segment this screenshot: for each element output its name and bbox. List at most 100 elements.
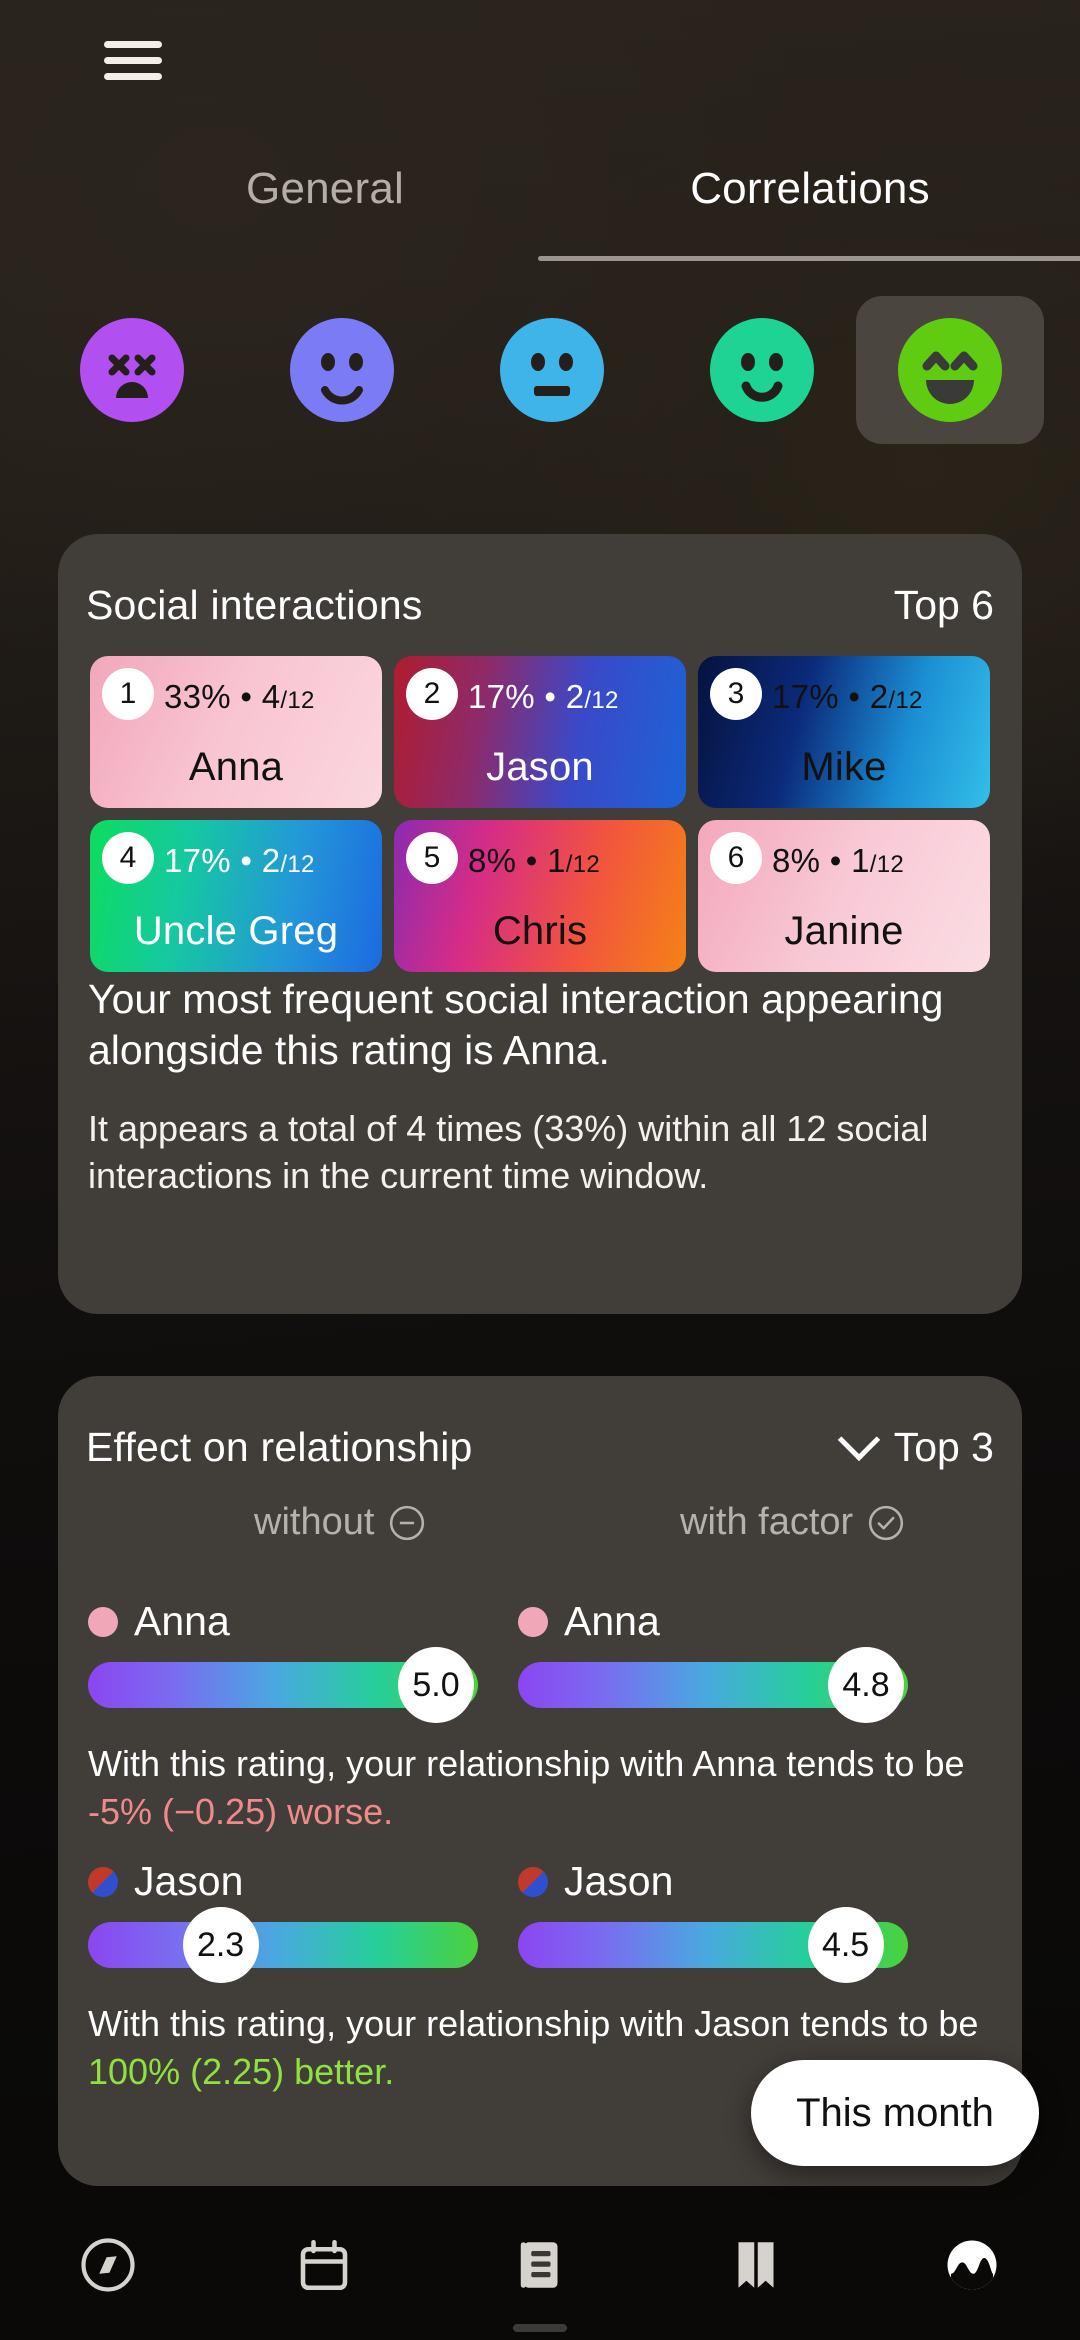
interaction-tile[interactable]: 6 8% • 1/12 Janine [698,820,990,972]
social-lead-text: Your most frequent social interaction ap… [88,976,944,1073]
person-name: Anna [564,1598,660,1644]
summary-delta: 100% (2.25) better. [88,2050,395,2092]
calendar-icon [300,2239,348,2291]
score-value-bubble[interactable]: 4.5 [807,1907,884,1983]
menu-bar-3 [104,72,162,80]
compass-icon [81,2238,135,2292]
tab-active-underline [538,256,1080,261]
person-color-dot [518,1606,548,1637]
person-color-dot [518,1866,548,1897]
bottom-navigation-bar [0,2200,1080,2340]
chevron-down-icon[interactable] [837,1418,880,1462]
tile-person-name: Mike [801,745,887,789]
column-label-without: without [254,1501,375,1543]
social-card-top-label: Top 6 [893,581,994,628]
interaction-tile-grid: 1 33% • 4/12 Anna 2 17% • 2/12 Jason 3 17% • 2/… [90,656,990,972]
interaction-tile[interactable]: 4 17% • 2/12 Uncle Greg [90,820,382,972]
tile-rank-badge: 6 [710,832,762,884]
dizzy-face-icon [80,318,184,422]
hamburger-menu-icon[interactable] [104,32,168,88]
mood-neutral[interactable] [458,296,646,444]
mood-terrible[interactable] [38,296,226,444]
tile-person-name: Jason [486,745,594,789]
social-interactions-card: Social interactions Top 6 1 33% • 4/12 Ann… [58,534,1022,1314]
nav-stats[interactable] [864,2220,1080,2310]
sad-face-icon [290,318,394,422]
summary-prefix: With this rating, your relationship with… [88,1743,965,1784]
nav-explore[interactable] [0,2220,216,2310]
menu-bar-2 [104,56,162,64]
nav-calendar[interactable] [216,2220,432,2310]
relationship-score-slider[interactable]: 4.8 [518,1647,908,1723]
tab-correlations[interactable]: Correlations [540,150,1080,228]
social-card-header: Social interactions Top 6 [86,576,994,634]
mood-great[interactable] [856,296,1044,444]
summary-delta: -5% (−0.25) worse. [88,1790,394,1832]
mood-good[interactable] [668,296,856,444]
social-card-top-label-group[interactable]: Top 6 [894,582,994,629]
nav-library[interactable] [648,2220,864,2310]
score-value-bubble[interactable]: 2.3 [182,1907,259,1983]
tile-rank-badge: 5 [406,832,458,884]
tile-stat: 33% • 4/12 [164,678,315,715]
minus-circle-icon [390,1505,425,1540]
effect-card-top-label-group[interactable]: Top 3 [837,1418,994,1471]
score-value-bubble[interactable]: 4.8 [828,1647,904,1723]
app-root: General Correlations Social interactions… [0,0,1080,2340]
relationship-person-label: Anna [88,1598,230,1645]
relationship-person-label: Jason [518,1858,673,1905]
relationship-score-slider[interactable]: 5.0 [88,1647,478,1723]
document-icon [520,2242,558,2288]
social-sub-text: It appears a total of 4 times (33%) with… [88,1108,929,1196]
grin-face-icon [898,318,1002,422]
person-color-dot [88,1606,118,1637]
person-name: Jason [134,1858,244,1904]
person-color-dot [88,1866,118,1897]
check-circle-icon [869,1505,904,1540]
comparison-column-headers: without with factor [58,1501,1022,1557]
tile-person-name: Janine [784,909,904,953]
social-card-title: Social interactions [86,581,423,628]
column-header-without: without [254,1501,426,1544]
tile-stat: 17% • 2/12 [772,678,923,715]
tile-stat: 17% • 2/12 [164,842,315,879]
tile-person-name: Uncle Greg [133,909,339,953]
interaction-tile[interactable]: 2 17% • 2/12 Jason [394,656,686,808]
score-value-bubble[interactable]: 5.0 [398,1647,474,1723]
relationship-person-label: Anna [518,1598,660,1645]
nav-entries[interactable] [432,2220,648,2310]
tile-stat: 8% • 1/12 [772,842,905,879]
home-indicator [513,2324,567,2332]
relationship-person-label: Jason [88,1858,243,1905]
column-header-with-factor: with factor [680,1501,905,1544]
effect-card-top-label: Top 3 [893,1423,994,1470]
stats-icon [947,2240,997,2290]
tile-person-name: Anna [188,745,284,789]
column-label-with-factor: with factor [680,1501,854,1543]
book-icon [738,2242,774,2288]
tab-bar: General Correlations [0,150,1080,261]
summary-prefix: With this rating, your relationship with… [88,2003,979,2044]
interaction-tile[interactable]: 5 8% • 1/12 Chris [394,820,686,972]
mood-selector [0,296,1080,446]
relationship-score-slider[interactable]: 4.5 [518,1907,908,1983]
relationship-summary-text: With this rating, your relationship with… [88,1740,1008,1835]
tile-person-name: Chris [492,909,588,953]
tile-rank-badge: 1 [102,668,154,720]
menu-bar-1 [104,40,162,48]
mood-bad[interactable] [248,296,436,444]
tile-rank-badge: 3 [710,668,762,720]
tab-general[interactable]: General [110,150,540,228]
smile-face-icon [710,318,814,422]
tile-stat: 8% • 1/12 [468,842,601,879]
tile-rank-badge: 4 [102,832,154,884]
neutral-face-icon [500,318,604,422]
interaction-tile[interactable]: 1 33% • 4/12 Anna [90,656,382,808]
interaction-tile[interactable]: 3 17% • 2/12 Mike [698,656,990,808]
tile-rank-badge: 2 [406,668,458,720]
effect-card-title: Effect on relationship [86,1423,473,1470]
relationship-score-slider[interactable]: 2.3 [88,1907,478,1983]
effect-card-header: Effect on relationship Top 3 [86,1418,994,1476]
time-window-pill[interactable]: This month [751,2060,1039,2166]
tile-stat: 17% • 2/12 [468,678,619,715]
